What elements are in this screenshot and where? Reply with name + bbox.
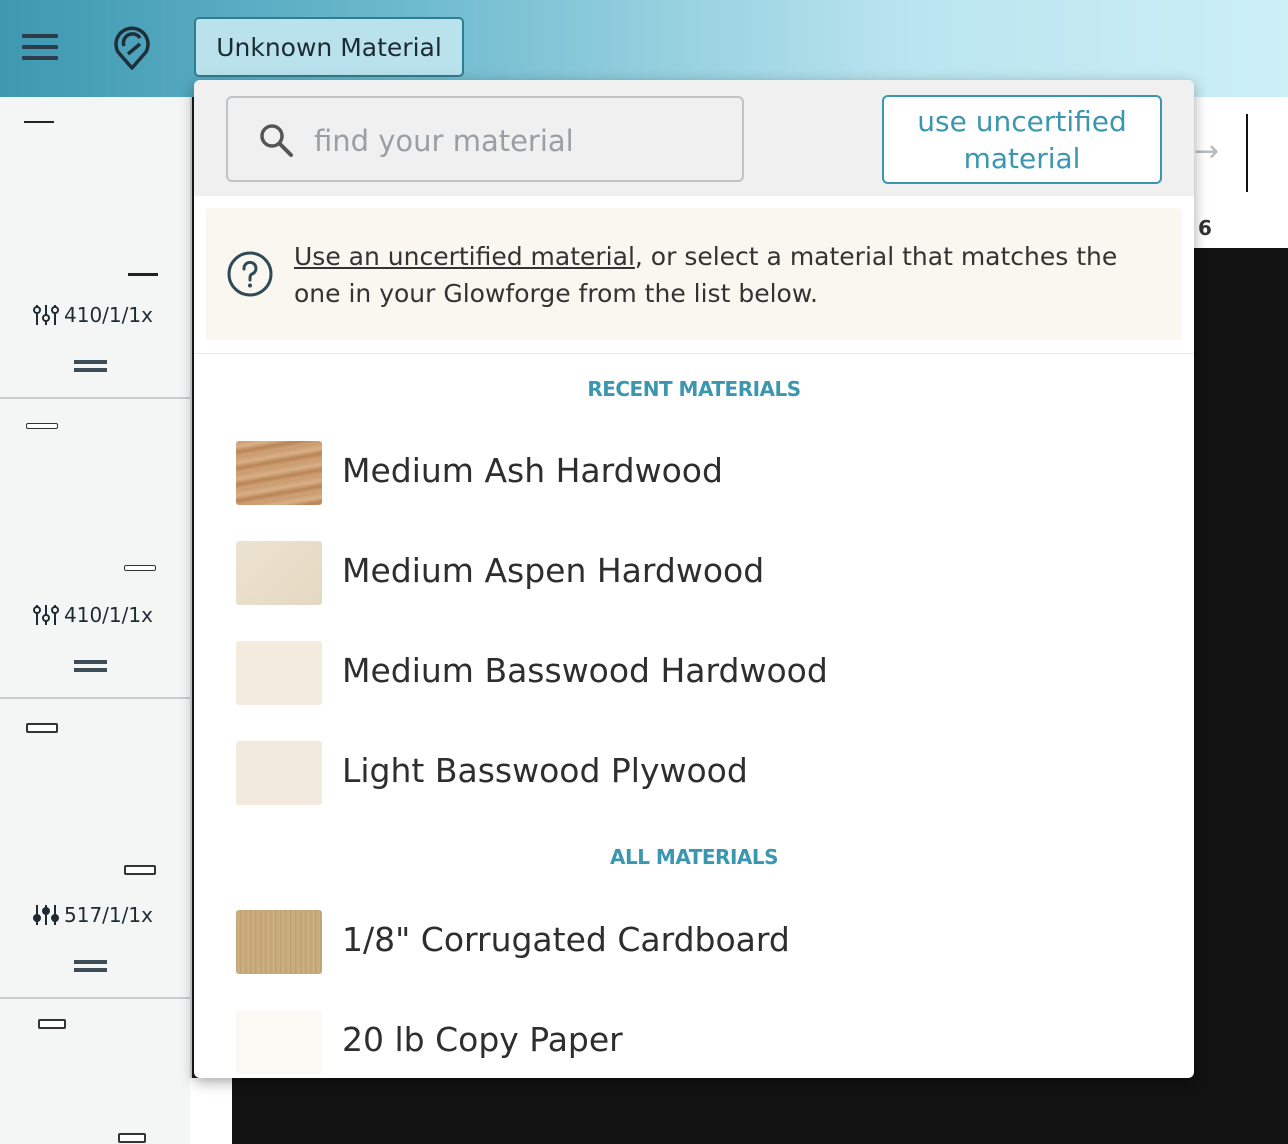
material-item[interactable]: Medium Basswood Hardwood — [236, 641, 1156, 707]
steps-panel: 410/1/1x 410/1/1x 517/1/1x — [0, 97, 192, 1144]
glowforge-logo-icon[interactable] — [110, 24, 154, 70]
top-ruler: 6 — [1194, 212, 1288, 249]
step-settings-text: 410/1/1x — [64, 303, 153, 327]
drag-handle-icon[interactable] — [74, 360, 107, 372]
material-item[interactable]: 1/8" Corrugated Cardboard — [236, 910, 1156, 976]
material-item[interactable]: Light Basswood Plywood — [236, 741, 1156, 807]
step-item[interactable]: 410/1/1x — [0, 397, 190, 699]
material-swatch — [236, 741, 322, 805]
search-input[interactable] — [312, 118, 726, 164]
material-item[interactable]: 20 lb Copy Paper — [236, 1010, 1156, 1076]
material-swatch — [236, 441, 322, 505]
uncertified-material-link[interactable]: Use an uncertified material — [294, 242, 635, 271]
sliders-icon — [33, 605, 59, 625]
recent-materials-heading: RECENT MATERIALS — [587, 377, 801, 401]
material-item[interactable]: Medium Aspen Hardwood — [236, 541, 1156, 607]
info-text: Use an uncertified material, or select a… — [294, 238, 1154, 312]
step-settings-text: 410/1/1x — [64, 603, 153, 627]
search-icon — [260, 124, 293, 157]
step-item[interactable]: 517/1/1x — [0, 697, 190, 999]
material-swatch — [236, 910, 322, 974]
step-thumbnail — [38, 1019, 66, 1029]
material-name: Medium Basswood Hardwood — [342, 651, 828, 690]
material-swatch — [236, 541, 322, 605]
info-banner: Use an uncertified material, or select a… — [206, 208, 1182, 340]
material-dropdown: use uncertified material Use an uncertif… — [194, 80, 1194, 1078]
step-thumbnail — [24, 121, 54, 123]
sliders-icon — [33, 305, 59, 325]
step-thumbnail — [26, 423, 58, 429]
left-ruler — [190, 1078, 232, 1144]
step-thumbnail — [124, 865, 156, 875]
step-settings[interactable]: 410/1/1x — [32, 303, 153, 327]
step-item[interactable] — [0, 997, 190, 1144]
sliders-icon — [33, 905, 59, 925]
step-thumbnail — [26, 723, 58, 733]
arrow-right-icon[interactable]: → — [1194, 134, 1219, 169]
toolbar-divider — [1246, 114, 1248, 192]
material-name: Medium Ash Hardwood — [342, 451, 723, 490]
drag-handle-icon[interactable] — [74, 660, 107, 672]
step-thumbnail — [124, 565, 156, 571]
step-thumbnail — [128, 273, 158, 276]
ruler-label: 6 — [1198, 216, 1212, 240]
material-name: Light Basswood Plywood — [342, 751, 748, 790]
question-icon — [227, 251, 273, 297]
step-settings[interactable]: 517/1/1x — [32, 903, 153, 927]
dropdown-header: use uncertified material — [194, 80, 1194, 196]
search-box[interactable] — [226, 96, 744, 182]
material-swatch — [236, 1010, 322, 1074]
material-swatch — [236, 641, 322, 705]
use-uncertified-material-button[interactable]: use uncertified material — [882, 95, 1162, 184]
step-thumbnail — [118, 1133, 146, 1143]
material-name: 1/8" Corrugated Cardboard — [342, 920, 790, 959]
step-item[interactable]: 410/1/1x — [0, 97, 190, 399]
material-selector-button[interactable]: Unknown Material — [194, 17, 464, 77]
step-settings-text: 517/1/1x — [64, 903, 153, 927]
material-name: Medium Aspen Hardwood — [342, 551, 765, 590]
all-materials-heading: ALL MATERIALS — [609, 845, 779, 869]
drag-handle-icon[interactable] — [74, 960, 107, 972]
hamburger-icon[interactable] — [22, 34, 58, 60]
material-item[interactable]: Medium Ash Hardwood — [236, 441, 1156, 507]
step-settings[interactable]: 410/1/1x — [32, 603, 153, 627]
material-name: 20 lb Copy Paper — [342, 1020, 623, 1059]
divider — [194, 353, 1194, 354]
